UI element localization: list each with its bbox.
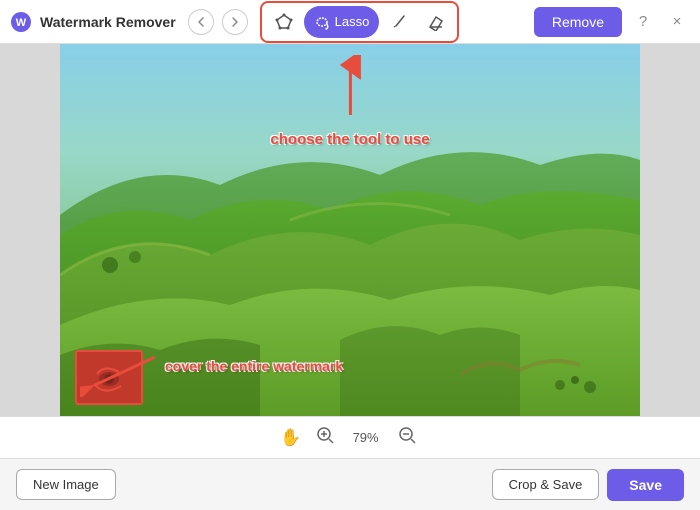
zoom-in-button[interactable] xyxy=(312,424,338,451)
new-image-button[interactable]: New Image xyxy=(16,469,116,500)
app-logo: W xyxy=(10,11,32,33)
forward-button[interactable] xyxy=(222,9,248,35)
close-button[interactable]: × xyxy=(664,9,690,35)
canvas-area: choose the tool to use xyxy=(0,44,700,416)
zoom-value: 79% xyxy=(348,430,384,445)
lasso-tool-button[interactable]: Lasso xyxy=(304,6,380,38)
back-button[interactable] xyxy=(188,9,214,35)
polygon-tool-button[interactable] xyxy=(268,6,300,38)
app-title: Watermark Remover xyxy=(40,14,176,30)
zoom-out-button[interactable] xyxy=(394,424,420,451)
eraser-tool-button[interactable] xyxy=(419,6,451,38)
svg-text:W: W xyxy=(16,17,27,29)
crop-save-button[interactable]: Crop & Save xyxy=(492,469,600,500)
image-container[interactable]: choose the tool to use xyxy=(60,44,640,416)
title-bar: W Watermark Remover xyxy=(0,0,700,44)
watermark-hint-text: cover the entire watermark xyxy=(165,357,295,375)
footer-bar: New Image Crop & Save Save xyxy=(0,458,700,510)
image-background: choose the tool to use xyxy=(60,44,640,416)
remove-button[interactable]: Remove xyxy=(534,7,622,37)
help-button[interactable]: ? xyxy=(630,9,656,35)
zoom-bar: ✋ 79% xyxy=(0,416,700,458)
brush-tool-button[interactable] xyxy=(383,6,415,38)
lasso-label: Lasso xyxy=(335,14,370,29)
choose-tool-hint: choose the tool to use xyxy=(270,55,429,148)
hand-tool-icon[interactable]: ✋ xyxy=(280,428,301,448)
tool-group: Lasso xyxy=(260,1,460,43)
save-button[interactable]: Save xyxy=(607,469,684,501)
choose-tool-text: choose the tool to use xyxy=(270,131,429,148)
